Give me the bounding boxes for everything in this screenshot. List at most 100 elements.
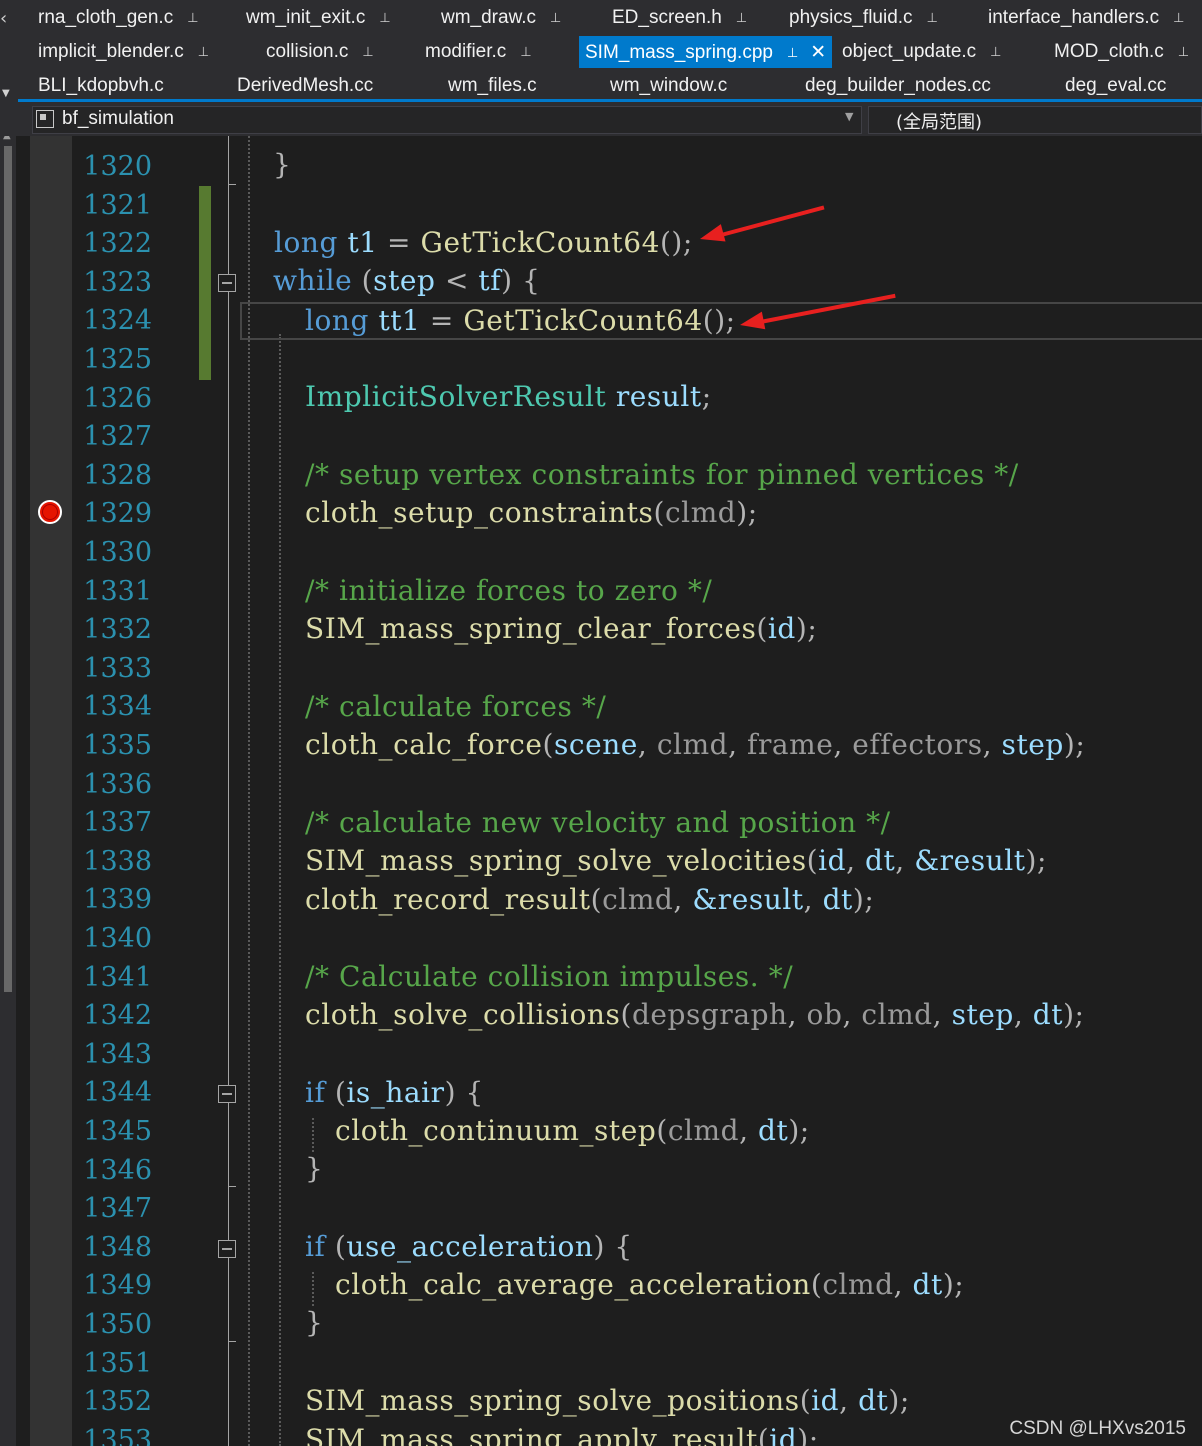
line-number: 1324 [83, 305, 152, 337]
tab-deg-eval[interactable]: deg_eval.cc [1065, 70, 1166, 102]
tab-rna-cloth-gen[interactable]: rna_cloth_gen.c ⊥ [38, 2, 199, 34]
scrollbar-thumb[interactable] [4, 146, 12, 992]
function-name: cloth_solve_collisions [305, 998, 621, 1031]
document-tab-strip: ‹ ▼ rna_cloth_gen.c ⊥ wm_init_exit.c ⊥ wm_… [0, 0, 1202, 102]
annotation-arrowhead-icon [697, 224, 726, 248]
breakpoint-margin[interactable] [30, 136, 72, 1446]
argument: dt [865, 844, 896, 877]
tab-wm-init-exit[interactable]: wm_init_exit.c ⊥ [246, 2, 391, 34]
tab-interface-handlers[interactable]: interface_handlers.c ⊥ [988, 2, 1184, 34]
punctuation: ; [701, 380, 712, 413]
pin-icon[interactable]: ⊥ [1178, 45, 1189, 60]
tab-deg-builder-nodes[interactable]: deg_builder_nodes.cc [805, 70, 991, 102]
pin-icon[interactable]: ⊥ [927, 11, 938, 26]
code-line-1344: if (is_hair) { [305, 1076, 484, 1109]
variable: t1 [347, 226, 378, 259]
close-tab-icon[interactable]: ✕ [810, 41, 826, 63]
argument: ob [806, 998, 843, 1031]
argument: clmd [664, 496, 737, 529]
tab-sim-mass-spring[interactable]: SIM_mass_spring.cpp ⊥ ✕ [579, 36, 833, 68]
function-name: SIM_mass_spring_apply_result [305, 1423, 758, 1446]
argument: scene [553, 728, 638, 761]
member-scope-label: (全局范围) [896, 112, 983, 133]
collapse-if-accel-icon[interactable] [218, 1240, 236, 1258]
vertical-scrollbar[interactable]: ▲ [0, 136, 16, 1446]
code-editor[interactable]: ▲ 1320 1321 1322 1323 1324 1325 1326 1327 1328 13… [0, 136, 1202, 1446]
code-line-1324: long tt1 = GetTickCount64(); [305, 304, 736, 338]
project-scope-label: bf_simulation [62, 108, 174, 129]
function-name: SIM_mass_spring_solve_velocities [305, 844, 807, 877]
code-line-1337: /* calculate new velocity and position *… [305, 806, 891, 839]
tab-wm-draw[interactable]: wm_draw.c ⊥ [441, 2, 561, 34]
operator: < [435, 264, 479, 297]
tab-physics-fluid[interactable]: physics_fluid.c ⊥ [789, 2, 938, 34]
pin-icon[interactable]: ⊥ [990, 45, 1001, 60]
argument: dt [822, 883, 853, 916]
code-line-1338: SIM_mass_spring_solve_velocities(id, dt,… [305, 844, 1048, 877]
code-line-1334: /* calculate forces */ [305, 690, 607, 723]
function-name: cloth_record_result [305, 883, 591, 916]
line-number: 1323 [83, 266, 152, 298]
pin-icon[interactable]: ⊥ [787, 46, 798, 61]
pin-icon[interactable]: ⊥ [736, 11, 747, 26]
breakpoint-icon[interactable] [38, 500, 62, 524]
argument: clmd [667, 1114, 740, 1147]
tab-wm-files[interactable]: wm_files.c [448, 70, 537, 102]
tab-implicit-blender[interactable]: implicit_blender.c ⊥ [38, 36, 209, 68]
line-number: 1322 [83, 228, 152, 260]
outline-tick [228, 1186, 236, 1187]
brace: } [273, 148, 292, 181]
chevron-down-icon[interactable]: ▼ [845, 110, 853, 123]
tab-label: wm_window.c [610, 75, 728, 96]
operator: = [377, 226, 421, 259]
indent-guide [312, 1118, 314, 1152]
argument: frame [747, 728, 834, 761]
collapse-if-hair-icon[interactable] [218, 1085, 236, 1103]
line-number: 1335 [83, 730, 152, 761]
argument: step [951, 998, 1014, 1031]
pin-icon[interactable]: ⊥ [550, 11, 561, 26]
tab-label: deg_eval.cc [1065, 75, 1167, 96]
line-number: 1326 [83, 382, 152, 414]
function-name: SIM_mass_spring_solve_positions [305, 1384, 800, 1417]
pin-icon[interactable]: ⊥ [362, 45, 373, 60]
line-number: 1347 [83, 1193, 152, 1225]
collapse-while-icon[interactable] [218, 274, 236, 292]
outline-tick [228, 184, 236, 185]
scroll-up-icon[interactable]: ▲ [3, 136, 11, 141]
pin-icon[interactable]: ⊥ [1173, 11, 1184, 26]
code-line-1345: cloth_continuum_step(clmd, dt); [335, 1114, 810, 1147]
line-number: 1327 [83, 421, 152, 453]
function-name: SIM_mass_spring_clear_forces [305, 612, 757, 645]
pin-icon[interactable]: ⊥ [520, 45, 531, 60]
pin-icon[interactable]: ⊥ [379, 11, 390, 26]
tab-label: BLI_kdopbvh.c [38, 75, 164, 96]
code-line-1350: } [305, 1306, 323, 1340]
tab-derivedmesh[interactable]: DerivedMesh.cc [237, 70, 373, 102]
scroll-tabs-left-icon[interactable]: ‹ [0, 8, 7, 29]
pin-icon[interactable]: ⊥ [198, 45, 209, 60]
argument: clmd [656, 728, 729, 761]
function-name: cloth_calc_force [305, 728, 543, 761]
tab-modifier[interactable]: modifier.c ⊥ [425, 36, 532, 68]
line-number: 1353 [83, 1424, 152, 1446]
punctuation: ( [352, 264, 374, 297]
tab-mod-cloth[interactable]: MOD_cloth.c ⊥ [1054, 36, 1189, 68]
keyword: if [305, 1230, 326, 1263]
line-number: 1325 [83, 344, 152, 375]
pin-icon[interactable]: ⊥ [187, 11, 198, 26]
tab-ed-screen[interactable]: ED_screen.h ⊥ [612, 2, 747, 34]
operator: = [420, 304, 464, 337]
tab-collision[interactable]: collision.c ⊥ [266, 36, 374, 68]
tab-label: collision.c [266, 41, 349, 62]
tab-wm-window[interactable]: wm_window.c [610, 70, 727, 102]
argument: clmd [602, 883, 674, 916]
line-number: 1341 [83, 961, 152, 993]
line-number: 1350 [83, 1309, 152, 1340]
code-line-1332: SIM_mass_spring_clear_forces(id); [305, 612, 818, 645]
tab-object-update[interactable]: object_update.c ⊥ [842, 36, 1002, 68]
change-tracking-bar [199, 186, 211, 380]
tab-list-dropdown-icon[interactable]: ▼ [2, 88, 10, 99]
line-number: 1346 [83, 1154, 152, 1186]
tab-bli-kdopbvh[interactable]: BLI_kdopbvh.c [38, 70, 164, 102]
